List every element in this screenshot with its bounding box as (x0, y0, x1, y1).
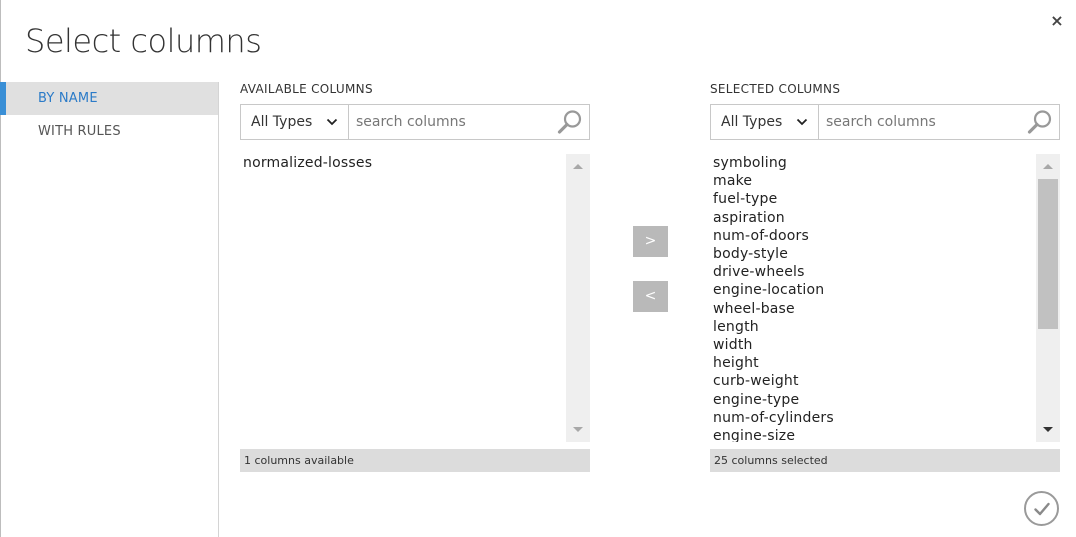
tab-with-rules[interactable]: WITH RULES (0, 115, 218, 148)
selected-items-container: symboling make fuel-type aspiration num-of-d… (713, 154, 1033, 442)
available-items-container: normalized-losses (243, 154, 563, 172)
dialog-left-border (0, 0, 1, 537)
list-item[interactable]: engine-size (713, 427, 1033, 442)
list-item[interactable]: engine-type (713, 391, 1033, 409)
available-toolbar: All Types (240, 104, 590, 140)
list-item[interactable]: height (713, 354, 1033, 372)
scroll-down-icon[interactable] (1042, 426, 1054, 434)
available-status: 1 columns available (240, 449, 590, 472)
available-search-button[interactable] (551, 105, 589, 139)
available-type-select[interactable]: All Types (241, 105, 349, 139)
scroll-up-icon[interactable] (1042, 162, 1054, 170)
scroll-up-icon[interactable] (572, 162, 584, 170)
list-item[interactable]: fuel-type (713, 190, 1033, 208)
list-item[interactable]: drive-wheels (713, 263, 1033, 281)
checkmark-icon (1033, 502, 1050, 515)
close-icon[interactable]: × (1049, 12, 1065, 30)
list-item[interactable]: symboling (713, 154, 1033, 172)
dialog-title: Select columns (25, 22, 262, 60)
remove-column-button[interactable]: < (633, 281, 668, 312)
selected-type-select[interactable]: All Types (711, 105, 819, 139)
chevron-down-icon (326, 118, 338, 126)
available-scrollbar[interactable] (566, 154, 590, 442)
selected-scrollbar[interactable] (1036, 154, 1060, 442)
list-item[interactable]: num-of-doors (713, 227, 1033, 245)
list-item[interactable]: aspiration (713, 209, 1033, 227)
list-item[interactable]: curb-weight (713, 372, 1033, 390)
available-search-input[interactable] (349, 105, 551, 139)
selected-type-select-label: All Types (721, 114, 783, 130)
scroll-down-icon[interactable] (572, 426, 584, 434)
list-item[interactable]: wheel-base (713, 300, 1033, 318)
available-columns-header: AVAILABLE COLUMNS (240, 82, 373, 96)
list-item[interactable]: body-style (713, 245, 1033, 263)
selected-columns-list[interactable]: symboling make fuel-type aspiration num-of-d… (710, 154, 1060, 442)
available-columns-list[interactable]: normalized-losses (240, 154, 590, 442)
selected-scroll-thumb[interactable] (1038, 179, 1058, 329)
search-icon (557, 110, 582, 134)
list-item[interactable]: engine-location (713, 281, 1033, 299)
sidebar-divider (218, 82, 219, 537)
list-item[interactable]: make (713, 172, 1033, 190)
ok-button[interactable] (1024, 491, 1059, 526)
available-type-select-label: All Types (251, 114, 313, 130)
list-item[interactable]: num-of-cylinders (713, 409, 1033, 427)
selected-status: 25 columns selected (710, 449, 1060, 472)
search-icon (1027, 110, 1052, 134)
selected-search-button[interactable] (1021, 105, 1059, 139)
list-item[interactable]: normalized-losses (243, 154, 563, 172)
chevron-down-icon (796, 118, 808, 126)
list-item[interactable]: width (713, 336, 1033, 354)
selected-toolbar: All Types (710, 104, 1060, 140)
selected-columns-header: SELECTED COLUMNS (710, 82, 841, 96)
tab-by-name[interactable]: BY NAME (0, 82, 218, 115)
selected-search-input[interactable] (819, 105, 1021, 139)
add-column-button[interactable]: > (633, 226, 668, 257)
list-item[interactable]: length (713, 318, 1033, 336)
